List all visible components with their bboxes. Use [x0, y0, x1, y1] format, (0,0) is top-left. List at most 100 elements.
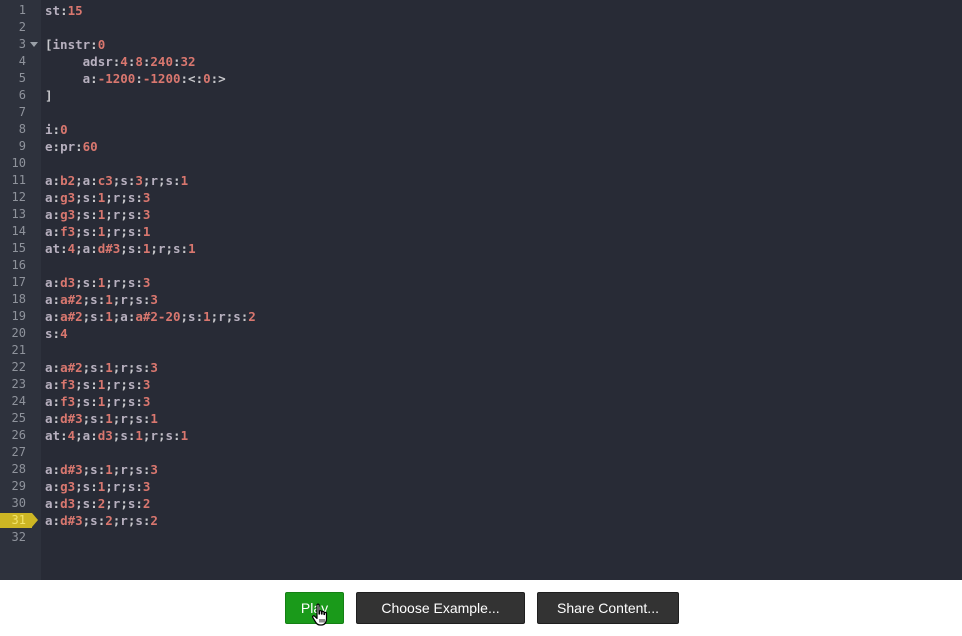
line-number: 18 — [11, 292, 26, 306]
code-punctuation: ; — [120, 275, 128, 290]
code-punctuation: : — [52, 190, 61, 205]
code-value: d#3 — [60, 462, 83, 477]
code-line[interactable]: 24 a:f3;s:1;r;s:3 — [0, 393, 962, 410]
code-punctuation: : — [90, 377, 98, 392]
code-keyword: a — [45, 173, 53, 188]
code-line[interactable]: 25 a:d#3;s:1;r;s:1 — [0, 410, 962, 427]
code-line[interactable]: 7 — [0, 104, 962, 121]
code-line[interactable]: 1 st:15 — [0, 2, 962, 19]
code-keyword: a — [45, 224, 53, 239]
share-content-button[interactable]: Share Content... — [537, 592, 679, 624]
choose-example-button[interactable]: Choose Example... — [356, 592, 525, 624]
line-number: 2 — [18, 20, 26, 34]
code-text: a:d#3;s:1;r;s:1 — [45, 410, 158, 427]
line-number: 32 — [11, 530, 26, 544]
code-line[interactable]: 17 a:d3;s:1;r;s:3 — [0, 274, 962, 291]
line-number: 26 — [11, 428, 26, 442]
code-line[interactable]: 22 a:a#2;s:1;r;s:3 — [0, 359, 962, 376]
code-keyword: s — [120, 173, 128, 188]
code-punctuation: ; — [105, 496, 113, 511]
code-keyword: s — [165, 173, 174, 188]
code-line[interactable]: 11 a:b2;a:c3;s:3;r;s:1 — [0, 172, 962, 189]
code-value: a#2 — [60, 292, 83, 307]
code-line[interactable]: 21 — [0, 342, 962, 359]
code-line[interactable]: 28 a:d#3;s:1;r;s:3 — [0, 461, 962, 478]
code-punctuation: : — [135, 394, 143, 409]
code-punctuation: : — [52, 207, 61, 222]
code-line[interactable]: 32 — [0, 529, 962, 546]
code-value: d3 — [97, 428, 113, 443]
code-keyword: a — [45, 190, 53, 205]
code-keyword: adsr — [82, 54, 113, 69]
code-keyword: e — [45, 139, 53, 154]
code-text: [instr:0 — [45, 36, 105, 53]
code-punctuation — [45, 71, 83, 86]
code-value: a#2 — [60, 360, 83, 375]
code-line[interactable]: 6] — [0, 87, 962, 104]
line-number: 8 — [18, 122, 26, 136]
code-line[interactable]: 23 a:f3;s:1;r;s:3 — [0, 376, 962, 393]
code-punctuation — [45, 54, 83, 69]
code-line[interactable]: 5 a:-1200:-1200:<:0:> — [0, 70, 962, 87]
code-value: 1 — [142, 224, 151, 239]
code-keyword: instr — [52, 37, 91, 52]
code-punctuation: ; — [157, 428, 166, 443]
code-punctuation: ; — [105, 207, 113, 222]
code-value: 3 — [142, 479, 151, 494]
code-punctuation: : — [173, 428, 181, 443]
code-line[interactable]: 20 s:4 — [0, 325, 962, 342]
code-punctuation: : — [52, 513, 61, 528]
code-value: 4 — [60, 326, 68, 341]
line-number: 16 — [11, 258, 26, 272]
code-line[interactable]: 3 [instr:0 — [0, 36, 962, 53]
code-punctuation: ; — [120, 496, 128, 511]
code-line[interactable]: 9 e:pr:60 — [0, 138, 962, 155]
code-punctuation: : — [52, 292, 61, 307]
code-punctuation: ; — [120, 190, 128, 205]
code-line[interactable]: 26 at:4;a:d3;s:1;r;s:1 — [0, 427, 962, 444]
code-punctuation: : — [60, 3, 68, 18]
code-line[interactable]: 16 — [0, 257, 962, 274]
code-line[interactable]: 31 a:d#3;s:2;r;s:2 — [0, 512, 962, 529]
code-line[interactable]: 4 adsr:4:8:240:32 — [0, 53, 962, 70]
code-value: b2 — [60, 173, 76, 188]
code-keyword: at — [45, 241, 61, 256]
code-keyword: s — [173, 241, 181, 256]
code-punctuation: : — [52, 462, 61, 477]
code-line[interactable]: 27 — [0, 444, 962, 461]
code-line[interactable]: 12 a:g3;s:1;r;s:3 — [0, 189, 962, 206]
code-punctuation: ; — [120, 479, 128, 494]
code-text: a:d3;s:1;r;s:3 — [45, 274, 150, 291]
code-line[interactable]: 18 a:a#2;s:1;r;s:3 — [0, 291, 962, 308]
code-keyword: i — [45, 122, 53, 137]
code-line[interactable]: 29 a:g3;s:1;r;s:3 — [0, 478, 962, 495]
code-value: d3 — [60, 496, 76, 511]
code-line[interactable]: 13 a:g3;s:1;r;s:3 — [0, 206, 962, 223]
code-keyword: r — [150, 173, 158, 188]
code-line[interactable]: 10 — [0, 155, 962, 172]
line-number: 23 — [11, 377, 26, 391]
code-punctuation: : — [52, 377, 61, 392]
code-punctuation: : — [173, 173, 181, 188]
code-line[interactable]: 8 i:0 — [0, 121, 962, 138]
fold-arrow-icon[interactable] — [30, 42, 38, 47]
code-keyword: a — [45, 411, 53, 426]
code-line[interactable]: 14 a:f3;s:1;r;s:1 — [0, 223, 962, 240]
code-value: 1 — [105, 292, 113, 307]
code-value: d#3 — [97, 241, 121, 256]
code-punctuation: : — [52, 275, 61, 290]
code-value: 3 — [142, 275, 151, 290]
code-keyword: s — [135, 292, 143, 307]
line-number: 20 — [11, 326, 26, 340]
code-punctuation: : — [52, 326, 61, 341]
code-punctuation: ; — [150, 241, 158, 256]
code-editor[interactable]: 1 st:15 2 3 [instr:0 4 adsr:4:8:240:32 5 a:-12… — [0, 0, 962, 580]
code-line[interactable]: 2 — [0, 19, 962, 36]
code-line[interactable]: 15 at:4;a:d#3;s:1;r;s:1 — [0, 240, 962, 257]
line-number: 9 — [18, 139, 26, 153]
code-value: 240 — [150, 54, 173, 69]
code-punctuation: :> — [210, 71, 226, 86]
line-number: 31 — [11, 513, 26, 527]
code-line[interactable]: 30 a:d3;s:2;r;s:2 — [0, 495, 962, 512]
code-line[interactable]: 19 a:a#2;s:1;a:a#2-20;s:1;r;s:2 — [0, 308, 962, 325]
